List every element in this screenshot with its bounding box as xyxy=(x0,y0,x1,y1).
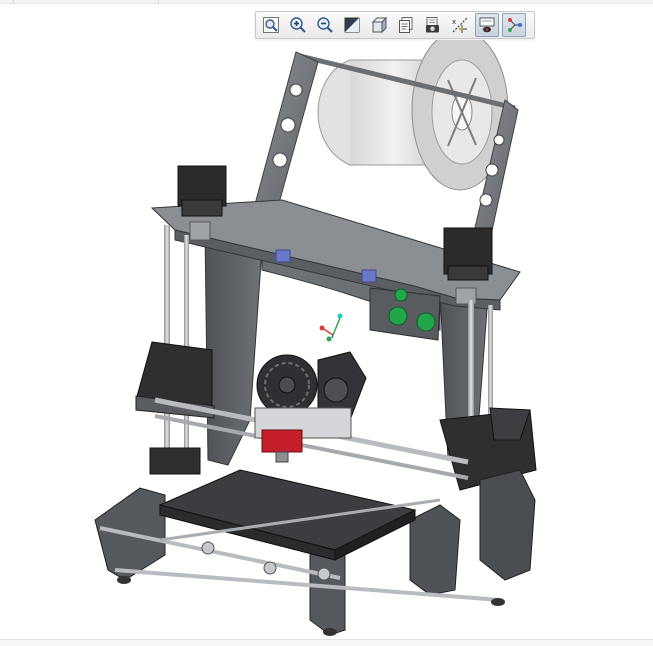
snapshot-button[interactable] xyxy=(421,13,445,37)
display-style-button[interactable] xyxy=(340,13,364,37)
coordinate-system-triad xyxy=(319,313,343,342)
display-style-icon xyxy=(344,17,360,33)
zoom-out-icon xyxy=(317,17,333,33)
window-top-edge xyxy=(0,0,653,4)
csys-display-button[interactable] xyxy=(502,13,526,37)
snapshot-icon xyxy=(426,17,439,33)
svg-text:x: x xyxy=(452,18,456,26)
spin-center-icon xyxy=(479,17,495,33)
datum-display-button[interactable]: x xyxy=(448,13,472,37)
zoom-in-icon xyxy=(290,17,306,33)
zoom-in-button[interactable] xyxy=(286,13,310,37)
view-toolbar: x xyxy=(255,11,535,39)
datum-display-icon: x xyxy=(452,17,468,33)
graphics-viewport[interactable] xyxy=(0,40,653,638)
printer-assembly-model xyxy=(94,40,537,636)
csys-display-icon xyxy=(508,18,522,32)
view-manager-icon xyxy=(399,17,413,33)
zoom-out-button[interactable] xyxy=(313,13,337,37)
saved-views-icon xyxy=(371,16,388,34)
saved-views-button[interactable] xyxy=(367,13,391,37)
zoom-fit-icon xyxy=(263,17,279,33)
filament-spool xyxy=(317,40,509,191)
view-manager-button[interactable] xyxy=(394,13,418,37)
zoom-fit-button[interactable] xyxy=(259,13,283,37)
spin-center-button[interactable] xyxy=(475,13,499,37)
